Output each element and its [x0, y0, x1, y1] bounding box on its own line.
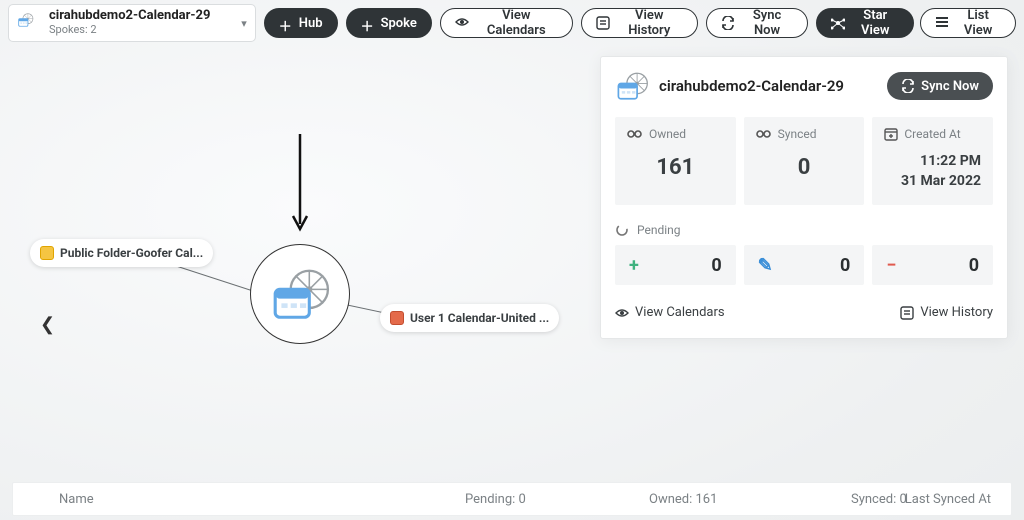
spoke-node-right[interactable]: User 1 Calendar-United ...: [380, 304, 559, 332]
history-icon: [900, 306, 914, 320]
history-icon: [596, 16, 610, 30]
stat-synced-label: Synced: [778, 127, 817, 141]
view-history-label: View History: [616, 8, 683, 38]
add-hub-button[interactable]: ＋ Hub: [264, 8, 338, 38]
pending-add-value: 0: [711, 255, 721, 276]
list-view-label: List View: [955, 8, 1001, 38]
stat-owned-value: 161: [627, 155, 724, 180]
stat-synced: Synced 0: [744, 117, 865, 205]
star-view-label: Star View: [851, 8, 899, 38]
col-last: Last Synced At: [905, 492, 991, 507]
list-view-toggle[interactable]: List View: [920, 8, 1016, 38]
hub-selector[interactable]: cirahubdemo2-Calendar-29 Spokes: 2 ▾: [8, 4, 256, 42]
owned-icon: [627, 127, 643, 141]
stat-created: Created At 11:22 PM 31 Mar 2022: [872, 117, 993, 205]
panel-view-calendars-link[interactable]: View Calendars: [615, 305, 725, 320]
stat-synced-value: 0: [756, 155, 853, 180]
hub-icon: [17, 11, 41, 35]
col-synced: Synced: 0: [851, 492, 907, 507]
pending-add: + 0: [615, 245, 736, 285]
pending-edit: ✎ 0: [744, 245, 865, 285]
plus-icon: ＋: [279, 16, 293, 30]
add-hub-label: Hub: [299, 16, 323, 31]
stat-created-time: 11:22 PM: [884, 151, 981, 171]
hub-selector-subtitle: Spokes: 2: [49, 23, 233, 37]
pending-edit-value: 0: [840, 255, 850, 276]
panel-title: cirahubdemo2-Calendar-29: [659, 77, 877, 95]
hub-node[interactable]: [250, 244, 350, 344]
spoke-right-label: User 1 Calendar-United ...: [410, 311, 549, 325]
chevron-down-icon: ▾: [241, 17, 247, 30]
spinner-icon: [615, 223, 629, 237]
sync-now-button[interactable]: Sync Now: [706, 8, 808, 38]
view-calendars-button[interactable]: View Calendars: [440, 8, 573, 38]
spoke-left-label: Public Folder-Goofer Cal...: [60, 246, 203, 260]
spoke-source-icon: [40, 246, 54, 260]
col-owned: Owned: 161: [649, 492, 717, 507]
stat-created-label: Created At: [904, 127, 960, 141]
panel-sync-now-label: Sync Now: [921, 79, 979, 94]
add-spoke-button[interactable]: ＋ Spoke: [346, 8, 432, 38]
minus-icon: −: [886, 255, 896, 276]
star-canvas: ❮ Public Folder-Goofer Cal... User 1 Cal…: [0, 44, 600, 480]
panel-view-calendars-label: View Calendars: [635, 305, 725, 320]
view-history-button[interactable]: View History: [581, 8, 698, 38]
calendar-icon: [884, 127, 898, 141]
view-calendars-label: View Calendars: [475, 8, 558, 38]
stat-owned-label: Owned: [649, 127, 686, 141]
panel-view-history-label: View History: [920, 305, 993, 320]
stat-created-date: 31 Mar 2022: [884, 171, 981, 191]
eye-icon: [615, 307, 629, 319]
star-view-icon: [831, 16, 845, 30]
top-toolbar: cirahubdemo2-Calendar-29 Spokes: 2 ▾ ＋ H…: [0, 0, 1024, 46]
hub-icon: [615, 71, 649, 101]
pending-label: Pending: [637, 223, 681, 237]
panel-sync-now-button[interactable]: Sync Now: [887, 72, 993, 100]
detail-panel: cirahubdemo2-Calendar-29 Sync Now Owned …: [600, 56, 1008, 339]
panel-view-history-link[interactable]: View History: [900, 305, 993, 320]
sync-icon: [721, 16, 735, 30]
sync-icon: [901, 79, 915, 93]
plus-icon: +: [629, 255, 639, 276]
plus-icon: ＋: [361, 16, 375, 30]
col-pending: Pending: 0: [465, 492, 526, 507]
eye-icon: [455, 16, 469, 30]
canvas-prev-button[interactable]: ❮: [40, 314, 55, 335]
spoke-node-left[interactable]: Public Folder-Goofer Cal...: [30, 239, 213, 267]
synced-icon: [756, 127, 772, 141]
spoke-source-icon: [390, 311, 404, 325]
pencil-icon: ✎: [758, 255, 773, 276]
add-spoke-label: Spoke: [381, 16, 417, 31]
sync-now-label: Sync Now: [741, 8, 793, 38]
star-view-toggle[interactable]: Star View: [816, 8, 914, 38]
table-header-row: Name Pending: 0 Owned: 161 Synced: 0 Las…: [12, 482, 1012, 516]
annotation-arrow-icon: [290, 134, 310, 234]
col-name: Name: [59, 492, 94, 507]
hub-selector-title: cirahubdemo2-Calendar-29: [49, 9, 233, 23]
list-view-icon: [935, 16, 949, 30]
pending-remove: − 0: [872, 245, 993, 285]
pending-remove-value: 0: [969, 255, 979, 276]
stat-owned: Owned 161: [615, 117, 736, 205]
